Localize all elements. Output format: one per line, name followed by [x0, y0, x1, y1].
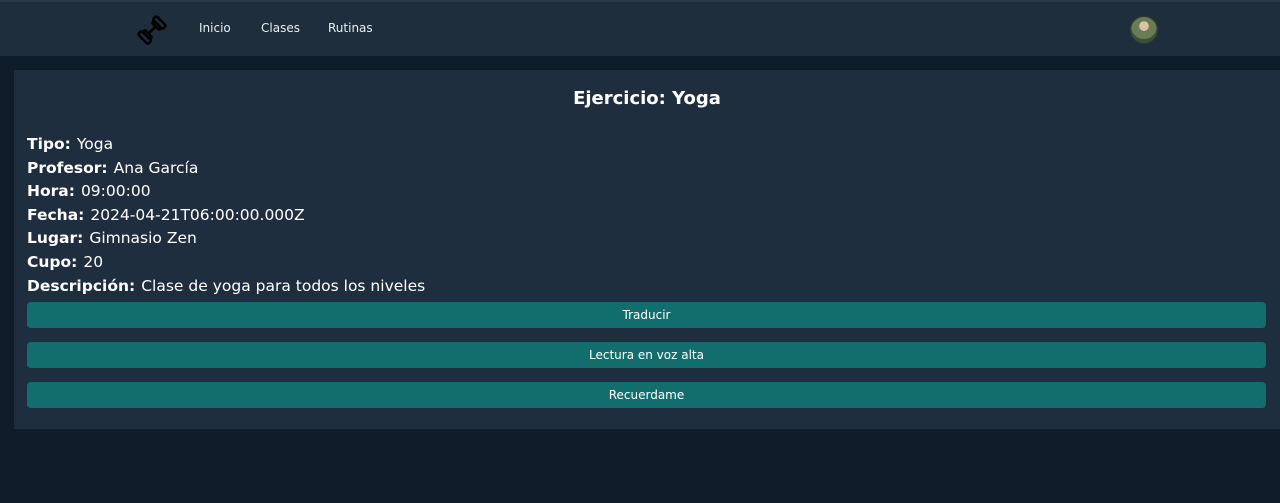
read-aloud-button[interactable]: Lectura en voz alta	[27, 342, 1266, 368]
nav-link-clases[interactable]: Clases	[261, 21, 300, 35]
detail-row-hora: Hora: 09:00:00	[27, 180, 425, 204]
detail-value: 2024-04-21T06:00:00.000Z	[90, 205, 305, 224]
detail-row-tipo: Tipo: Yoga	[27, 133, 425, 157]
detail-value: Gimnasio Zen	[89, 229, 197, 248]
detail-row-lugar: Lugar: Gimnasio Zen	[27, 227, 425, 251]
nav-link-rutinas[interactable]: Rutinas	[328, 21, 373, 35]
translate-button[interactable]: Traducir	[27, 302, 1266, 328]
remind-me-button[interactable]: Recuerdame	[27, 382, 1266, 408]
navbar: Inicio Clases Rutinas	[0, 0, 1280, 56]
detail-value: Clase de yoga para todos los niveles	[141, 276, 426, 295]
detail-value: Yoga	[76, 135, 114, 153]
exercise-details: Tipo: Yoga Profesor: Ana García Hora: 09:00…	[27, 133, 425, 298]
detail-label: Cupo:	[27, 252, 78, 271]
detail-value: 09:00:00	[80, 182, 151, 201]
nav-link-inicio[interactable]: Inicio	[199, 21, 231, 35]
detail-value: Ana García	[113, 158, 199, 177]
detail-row-profesor: Profesor: Ana García	[27, 157, 425, 181]
detail-label: Fecha:	[27, 205, 85, 224]
detail-label: Profesor:	[27, 158, 108, 177]
dumbbell-icon[interactable]	[136, 14, 168, 46]
detail-label: Tipo:	[27, 135, 71, 153]
detail-label: Lugar:	[27, 229, 84, 248]
page-title: Ejercicio: Yoga	[573, 88, 721, 109]
detail-value: 20	[83, 252, 104, 271]
detail-label: Hora:	[27, 182, 75, 201]
exercise-card: Ejercicio: Yoga Tipo: Yoga Profesor: Ana G…	[14, 70, 1280, 429]
detail-row-descripcion: Descripción: Clase de yoga para todos los…	[27, 275, 425, 299]
detail-label: Descripción:	[27, 276, 136, 295]
detail-row-cupo: Cupo: 20	[27, 251, 425, 275]
avatar[interactable]	[1130, 16, 1158, 44]
detail-row-fecha: Fecha: 2024-04-21T06:00:00.000Z	[27, 204, 425, 228]
